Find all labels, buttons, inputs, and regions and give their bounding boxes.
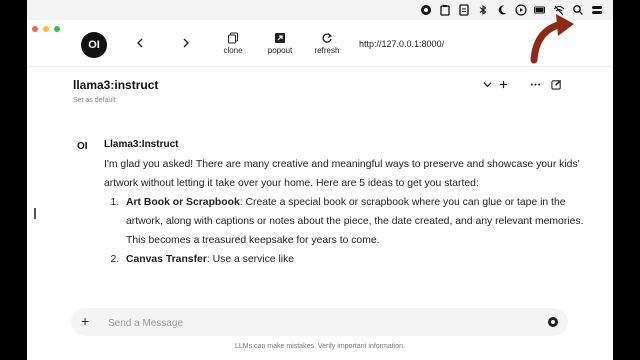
disclaimer-text: LLMs can make mistakes. Verify important…	[234, 343, 405, 350]
popout-icon	[275, 33, 285, 43]
browser-window: OI clone popout refresh http://127.0.0.1…	[27, 0, 613, 360]
refresh-label: refresh	[314, 46, 340, 55]
ideas-list: Art Book or Scrapbook: Create a special …	[104, 193, 594, 269]
model-selector[interactable]: llama3:instruct	[73, 78, 158, 92]
toolbar-divider	[27, 66, 613, 67]
more-options-icon[interactable]	[529, 78, 541, 90]
voice-call-button[interactable]	[548, 317, 558, 327]
refresh-button[interactable]: refresh	[307, 32, 347, 55]
document-icon[interactable]	[458, 4, 470, 16]
chevron-left-icon	[137, 38, 143, 48]
app-logo[interactable]: OI	[81, 32, 107, 58]
popout-button[interactable]: popout	[260, 32, 300, 55]
message-composer: +	[71, 308, 568, 336]
record-dot-icon	[551, 320, 555, 324]
copy-icon	[228, 32, 238, 44]
list-item-title: Canvas Transfer	[126, 254, 207, 265]
chevron-right-icon	[183, 38, 189, 48]
assistant-name: Llama3:Instruct	[104, 139, 179, 150]
assistant-message: I'm glad you asked! There are many creat…	[104, 155, 594, 269]
assistant-avatar: OI	[77, 141, 88, 152]
bluetooth-icon[interactable]	[477, 4, 489, 16]
list-item-title: Art Book or Scrapbook	[126, 197, 240, 208]
moon-icon[interactable]	[496, 4, 508, 16]
list-item: Canvas Transfer: Use a service like	[122, 250, 594, 269]
attach-plus-icon[interactable]: +	[81, 314, 89, 328]
set-default-link[interactable]: Set as default	[73, 97, 116, 104]
add-model-plus-icon[interactable]	[497, 78, 509, 90]
forward-button[interactable]	[178, 35, 194, 51]
list-item-text: : Use a service like	[206, 254, 295, 265]
control-center-icon[interactable]	[591, 4, 603, 16]
message-intro: I'm glad you asked! There are many creat…	[104, 159, 580, 189]
text-cursor	[34, 208, 36, 219]
model-dropdown-chevron-icon[interactable]	[481, 78, 493, 90]
new-chat-edit-icon[interactable]	[550, 78, 562, 90]
address-bar[interactable]: http://127.0.0.1:8000/	[359, 39, 444, 49]
refresh-icon	[322, 33, 333, 43]
annotation-arrow	[530, 14, 574, 64]
clone-button[interactable]: clone	[213, 32, 253, 55]
popout-label: popout	[267, 46, 293, 55]
clipboard-icon[interactable]	[439, 4, 451, 16]
list-item: Art Book or Scrapbook: Create a special …	[122, 193, 594, 250]
back-button[interactable]	[132, 35, 148, 51]
record-icon[interactable]	[420, 4, 432, 16]
clone-label: clone	[223, 46, 243, 55]
message-input[interactable]	[106, 314, 530, 332]
